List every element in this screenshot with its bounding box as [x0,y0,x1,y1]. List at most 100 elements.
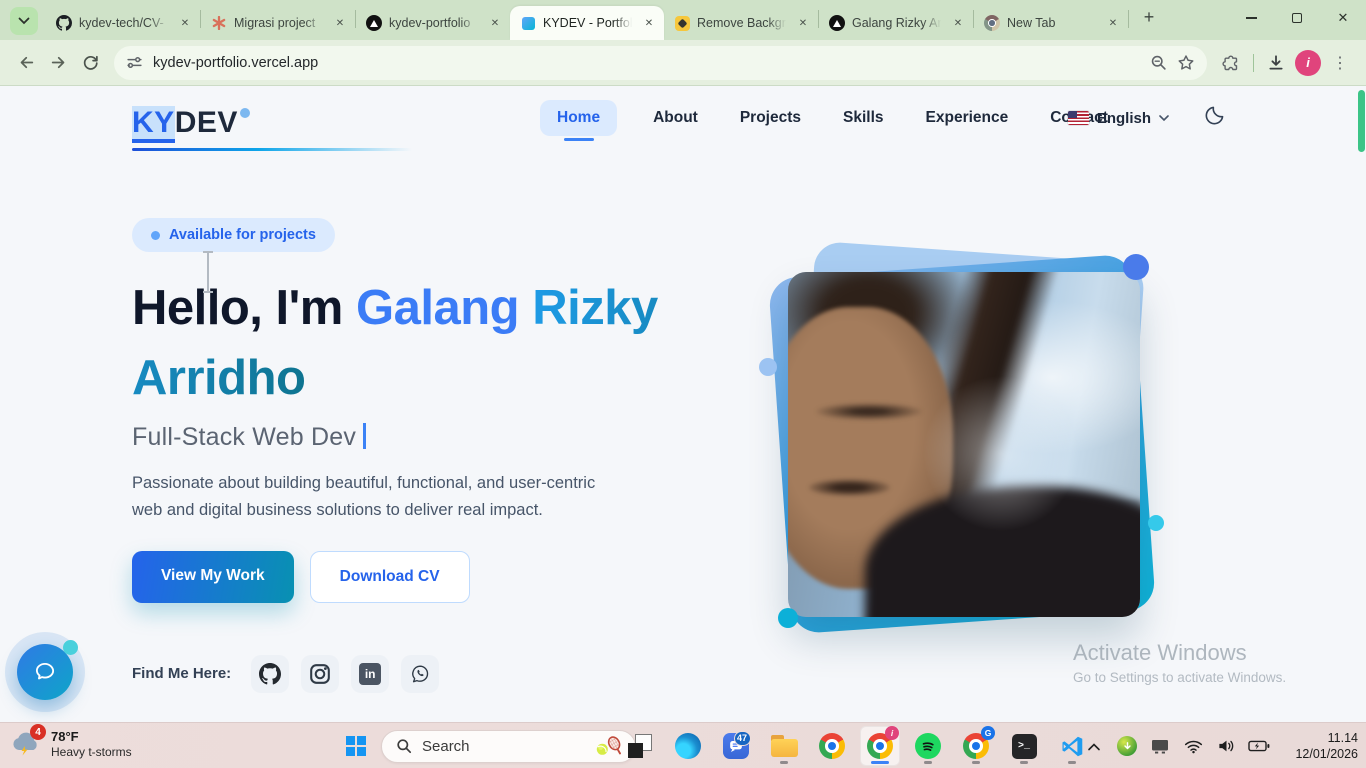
nav-item-experience[interactable]: Experience [920,100,1015,136]
chat-widget-button[interactable] [5,632,85,712]
tab-new-tab[interactable]: New Tab ✕ [974,6,1128,40]
toolbar-divider [1253,54,1254,72]
tab-github-repo[interactable]: kydev-tech/CV- ✕ [46,6,200,40]
site-logo[interactable]: KYDEV [132,106,250,140]
back-button[interactable] [10,47,42,79]
page-scrollbar-thumb[interactable] [1358,90,1365,152]
terminal-button[interactable]: >_ [1004,726,1044,766]
tab-title: kydev-tech/CV- [79,16,170,30]
wifi-tray-button[interactable] [1182,735,1204,757]
tab-close-icon[interactable]: ✕ [950,15,966,31]
chrome-profile-button-active[interactable]: i [860,726,900,766]
maximize-button[interactable] [1274,0,1320,36]
logo-text-ky: KY [132,106,175,139]
forward-button[interactable] [42,47,74,79]
linkedin-link[interactable]: in [351,655,389,693]
view-my-work-button[interactable]: View My Work [132,551,294,603]
zoom-page-icon[interactable] [1150,54,1167,71]
tab-title: New Tab [1007,16,1098,30]
teams-chat-button[interactable]: 47 [716,726,756,766]
chrome-guest-button[interactable]: G [956,726,996,766]
minimize-icon [1246,17,1257,18]
github-link[interactable] [251,655,289,693]
speaker-icon [1217,738,1236,754]
site-header: KYDEV Home About Projects Skills Experie… [0,86,1366,162]
clock-time: 11.14 [1295,730,1358,746]
tab-close-icon[interactable]: ✕ [487,15,503,31]
nav-item-about[interactable]: About [647,100,704,136]
language-selector[interactable]: English [1068,110,1169,127]
chat-status-dot [63,640,78,655]
task-view-icon [628,734,652,758]
profile-avatar[interactable]: i [1292,47,1324,79]
volume-tray-button[interactable] [1215,735,1237,757]
instagram-link[interactable] [301,655,339,693]
address-bar[interactable]: kydev-portfolio.vercel.app [114,46,1207,80]
profile-photo [788,272,1140,617]
github-icon [259,663,281,685]
hero-description: Passionate about building beautiful, fun… [132,470,612,523]
nav-item-skills[interactable]: Skills [837,100,890,136]
minimize-button[interactable] [1228,0,1274,36]
download-cv-button[interactable]: Download CV [310,551,470,603]
tab-title: Remove Backgro [697,16,788,30]
browser-menu-button[interactable]: ⋮ [1324,47,1356,79]
spotify-button[interactable] [908,726,948,766]
extensions-button[interactable] [1215,47,1247,79]
monitor-icon [1150,738,1170,755]
taskbar-search[interactable]: Search [381,730,636,763]
us-flag-icon [1068,111,1089,125]
nav-item-home[interactable]: Home [540,100,617,136]
file-explorer-button[interactable] [764,726,804,766]
tab-migrasi-project[interactable]: Migrasi project ✕ [201,6,355,40]
tab-separator [1128,10,1129,28]
close-button[interactable]: ✕ [1320,0,1366,36]
social-label: Find Me Here: [132,665,231,682]
tab-close-icon[interactable]: ✕ [1105,15,1121,31]
taskbar-apps: 47 i G >_ [620,726,1092,766]
task-view-button[interactable] [620,726,660,766]
tab-close-icon[interactable]: ✕ [795,15,811,31]
folder-icon [771,735,798,757]
display-tray-button[interactable] [1149,735,1171,757]
chrome-icon [819,733,845,759]
header-controls: English [1068,104,1226,132]
tab-list: kydev-tech/CV- ✕ Migrasi project ✕ kydev… [46,0,1129,40]
start-button[interactable] [336,726,376,766]
tray-expand-button[interactable] [1083,735,1105,757]
browser-tabstrip: kydev-tech/CV- ✕ Migrasi project ✕ kydev… [0,0,1366,40]
typing-caret [363,423,366,449]
battery-tray-button[interactable] [1248,735,1270,757]
idm-tray-button[interactable] [1116,735,1138,757]
tab-close-icon[interactable]: ✕ [177,15,193,31]
whatsapp-link[interactable] [401,655,439,693]
hero-photo-composition [766,250,1176,645]
reload-button[interactable] [74,47,106,79]
tab-search-button[interactable] [10,7,38,35]
tab-remove-background[interactable]: Remove Backgro ✕ [664,6,818,40]
tab-title: KYDEV - Portfoli [543,16,634,30]
taskbar-clock[interactable]: 11.14 12/01/2026 [1295,730,1358,763]
tab-galang-rizky[interactable]: Galang Rizky Arri ✕ [819,6,973,40]
nav-item-projects[interactable]: Projects [734,100,807,136]
windows-logo-icon [346,736,367,757]
theme-toggle[interactable] [1203,104,1226,132]
new-tab-button[interactable]: + [1135,4,1163,32]
running-indicator [1068,761,1076,764]
site-info-icon[interactable] [126,54,143,71]
downloads-button[interactable] [1260,47,1292,79]
tab-kydev-portfolio-active[interactable]: KYDEV - Portfoli ✕ [510,6,664,40]
search-icon [396,738,412,754]
tab-close-icon[interactable]: ✕ [641,15,657,31]
download-icon [1267,54,1285,72]
chevron-up-icon [1087,742,1101,751]
battery-charging-icon [1248,740,1270,752]
tab-kydev-portfolio-vercel[interactable]: kydev-portfolio ✕ [356,6,510,40]
bookmark-star-icon[interactable] [1177,54,1195,72]
tab-title: kydev-portfolio [389,16,480,30]
chrome-button[interactable] [812,726,852,766]
tab-close-icon[interactable]: ✕ [332,15,348,31]
edge-button[interactable] [668,726,708,766]
weather-widget[interactable]: 4 78°F Heavy t-storms [10,728,132,760]
github-favicon-icon [56,15,72,31]
